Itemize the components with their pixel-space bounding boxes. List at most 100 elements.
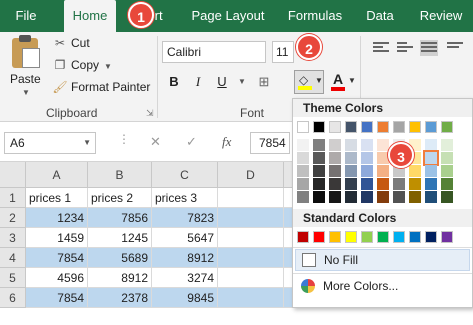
color-swatch[interactable]	[361, 178, 373, 190]
no-fill-item[interactable]: No Fill	[295, 249, 470, 271]
color-swatch[interactable]	[361, 231, 373, 243]
color-swatch[interactable]	[377, 121, 389, 133]
format-painter-button[interactable]: 🖌 Format Painter	[52, 77, 150, 97]
color-swatch[interactable]	[345, 139, 357, 151]
color-swatch[interactable]	[377, 165, 389, 177]
color-swatch[interactable]	[441, 121, 453, 133]
color-swatch[interactable]	[377, 139, 389, 151]
color-swatch[interactable]	[377, 231, 389, 243]
color-swatch[interactable]	[423, 150, 439, 166]
fill-color-button[interactable]: ◇ ▼	[294, 70, 324, 94]
color-swatch[interactable]	[425, 191, 437, 203]
table-cell[interactable]: 5689	[88, 248, 152, 268]
color-swatch[interactable]	[409, 165, 421, 177]
color-swatch[interactable]	[313, 121, 325, 133]
color-swatch[interactable]	[297, 165, 309, 177]
color-swatch[interactable]	[377, 191, 389, 203]
color-swatch[interactable]	[329, 165, 341, 177]
table-cell[interactable]: 1234	[26, 208, 88, 228]
color-swatch[interactable]	[329, 152, 341, 164]
color-swatch[interactable]	[425, 231, 437, 243]
color-swatch[interactable]	[345, 231, 357, 243]
chevron-down-icon[interactable]: ▼	[232, 72, 252, 92]
color-swatch[interactable]	[393, 178, 405, 190]
color-swatch[interactable]	[345, 191, 357, 203]
tab-home[interactable]: Home	[64, 0, 116, 32]
table-cell[interactable]	[218, 228, 284, 248]
color-swatch[interactable]	[377, 178, 389, 190]
tab-page-layout[interactable]: Page Layout	[188, 0, 268, 32]
table-cell[interactable]: 2378	[88, 288, 152, 308]
table-cell[interactable]: 5647	[152, 228, 218, 248]
row-header[interactable]: 2	[0, 208, 26, 228]
chevron-down-icon[interactable]: ▼	[83, 133, 91, 153]
table-cell[interactable]: prices 1	[26, 188, 88, 208]
align-top-icon[interactable]	[372, 40, 390, 56]
color-swatch[interactable]	[441, 165, 453, 177]
color-swatch[interactable]	[313, 152, 325, 164]
dialog-launcher-icon[interactable]: ⇲	[146, 108, 154, 119]
color-swatch[interactable]	[297, 178, 309, 190]
insert-function-icon[interactable]: fx	[222, 134, 231, 150]
color-swatch[interactable]	[345, 165, 357, 177]
color-swatch[interactable]	[297, 191, 309, 203]
color-swatch[interactable]	[425, 178, 437, 190]
font-size-field[interactable]: 11	[272, 41, 294, 63]
table-cell[interactable]: 7854	[26, 288, 88, 308]
table-cell[interactable]: 8912	[88, 268, 152, 288]
color-swatch[interactable]	[345, 152, 357, 164]
table-cell[interactable]: prices 2	[88, 188, 152, 208]
tab-review[interactable]: Review	[416, 0, 466, 32]
table-cell[interactable]: 4596	[26, 268, 88, 288]
color-swatch[interactable]	[409, 178, 421, 190]
row-header[interactable]: 4	[0, 248, 26, 268]
tab-file[interactable]: File	[6, 0, 46, 32]
tab-formulas[interactable]: Formulas	[284, 0, 346, 32]
column-header[interactable]: B	[88, 162, 152, 188]
color-swatch[interactable]	[345, 121, 357, 133]
align-middle-icon[interactable]	[396, 40, 414, 56]
color-swatch[interactable]	[297, 152, 309, 164]
enter-icon[interactable]: ✓	[186, 134, 197, 150]
color-swatch[interactable]	[329, 191, 341, 203]
formula-input[interactable]: 7854	[250, 132, 290, 154]
underline-button[interactable]: U	[212, 72, 232, 92]
copy-button[interactable]: ❐ Copy ▼	[52, 55, 112, 75]
row-header[interactable]: 6	[0, 288, 26, 308]
cancel-icon[interactable]: ✕	[150, 134, 161, 150]
color-swatch[interactable]	[361, 191, 373, 203]
chevron-down-icon[interactable]: ▼	[22, 88, 30, 97]
column-header[interactable]: D	[218, 162, 284, 188]
table-cell[interactable]: 1459	[26, 228, 88, 248]
font-color-button[interactable]: A	[333, 71, 343, 87]
color-swatch[interactable]	[297, 139, 309, 151]
color-swatch[interactable]	[409, 191, 421, 203]
color-swatch[interactable]	[441, 231, 453, 243]
splitter-dots-icon[interactable]: ⋮	[118, 132, 130, 146]
table-cell[interactable]: 1245	[88, 228, 152, 248]
color-swatch[interactable]	[361, 121, 373, 133]
table-cell[interactable]	[218, 208, 284, 228]
color-swatch[interactable]	[313, 231, 325, 243]
bold-button[interactable]: B	[164, 72, 184, 92]
chevron-down-icon[interactable]: ▼	[315, 76, 323, 85]
color-swatch[interactable]	[313, 139, 325, 151]
table-cell[interactable]: prices 3	[152, 188, 218, 208]
row-header[interactable]: 1	[0, 188, 26, 208]
table-cell[interactable]: 9845	[152, 288, 218, 308]
orientation-icon[interactable]	[446, 40, 464, 56]
color-swatch[interactable]	[313, 191, 325, 203]
borders-icon[interactable]: ⊞	[254, 72, 274, 92]
color-swatch[interactable]	[313, 165, 325, 177]
name-box[interactable]: A6 ▼	[4, 132, 96, 154]
color-swatch[interactable]	[441, 139, 453, 151]
column-header[interactable]: A	[26, 162, 88, 188]
cut-button[interactable]: ✂ Cut	[52, 33, 90, 53]
paste-button[interactable]: Paste ▼	[4, 34, 46, 100]
row-header[interactable]: 3	[0, 228, 26, 248]
table-cell[interactable]	[218, 268, 284, 288]
table-cell[interactable]: 8912	[152, 248, 218, 268]
table-cell[interactable]: 3274	[152, 268, 218, 288]
table-cell[interactable]	[218, 248, 284, 268]
color-swatch[interactable]	[329, 139, 341, 151]
